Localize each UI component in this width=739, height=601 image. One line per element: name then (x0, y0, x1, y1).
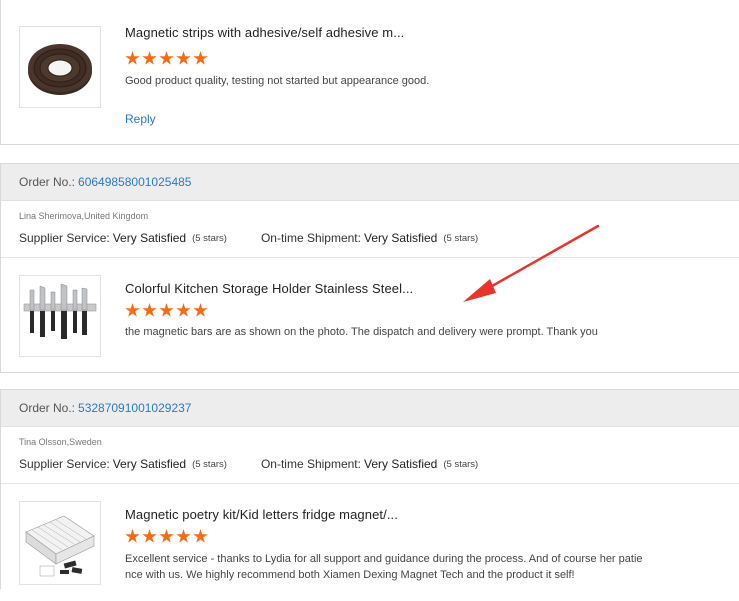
product-title[interactable]: Magnetic strips with adhesive/self adhes… (125, 25, 404, 40)
product-thumbnail-knife-bar[interactable] (19, 275, 101, 357)
star-icon (125, 303, 140, 317)
review-comment: Excellent service - thanks to Lydia for … (125, 551, 685, 583)
star-icon (159, 529, 174, 543)
review-comment: Good product quality, testing not starte… (125, 75, 430, 87)
star-icon (159, 51, 174, 65)
seller-ratings: Supplier Service: Very Satisfied (5 star… (1, 456, 739, 472)
star-icon (159, 303, 174, 317)
shipment-label: On-time Shipment: (260, 457, 361, 471)
product-thumbnail-tape-roll[interactable] (19, 26, 101, 108)
product-thumbnail-letter-tiles[interactable] (19, 501, 101, 585)
rating-stars (125, 303, 208, 318)
star-icon (176, 51, 191, 65)
order-no-label: Order No.: (19, 401, 76, 415)
shipment-stars: (5 stars) (443, 232, 479, 244)
review-comment-line-2: nce with us. We highly recommend both Xi… (125, 569, 575, 581)
order-number-link[interactable]: 60649858001025485 (78, 175, 191, 189)
magnetic-letter-tiles-icon (25, 515, 95, 577)
order-number-link[interactable]: 53287091001029237 (78, 401, 191, 415)
star-icon (176, 529, 191, 543)
supplier-service-stars: (5 stars) (192, 458, 227, 470)
supplier-service-stars: (5 stars) (192, 232, 227, 244)
shipment-value: Very Satisfied (363, 231, 438, 245)
star-icon (193, 51, 208, 65)
star-icon (125, 529, 140, 543)
supplier-service-label: Supplier Service: (19, 457, 110, 471)
star-icon (193, 529, 208, 543)
review-card-1: Magnetic strips with adhesive/self adhes… (0, 0, 739, 145)
star-icon (142, 51, 157, 65)
rating-stars (125, 51, 208, 66)
star-icon (142, 529, 157, 543)
review-card-3: Order No.: 53287091001029237 Tina Olsson… (0, 389, 739, 589)
supplier-service-label: Supplier Service: (19, 231, 110, 245)
order-no-label: Order No.: (19, 175, 76, 189)
supplier-service-value: Very Satisfied (112, 231, 187, 245)
buyer-info: Lina Sherimova,United Kingdom (19, 211, 149, 221)
star-icon (176, 303, 191, 317)
review-comment: the magnetic bars are as shown on the ph… (125, 326, 598, 338)
review-card-2: Order No.: 60649858001025485 Lina Sherim… (0, 163, 739, 373)
supplier-service-value: Very Satisfied (112, 457, 187, 471)
knife-magnetic-bar-icon (23, 283, 97, 339)
reply-link[interactable]: Reply (125, 112, 156, 126)
shipment-value: Very Satisfied (363, 457, 438, 471)
product-title[interactable]: Colorful Kitchen Storage Holder Stainles… (125, 281, 413, 296)
star-icon (125, 51, 140, 65)
buyer-info: Tina Olsson,Sweden (19, 437, 102, 447)
seller-ratings: Supplier Service: Very Satisfied (5 star… (1, 230, 739, 246)
order-header: Order No.: 60649858001025485 (1, 164, 739, 201)
product-title[interactable]: Magnetic poetry kit/Kid letters fridge m… (125, 507, 398, 522)
star-icon (142, 303, 157, 317)
review-comment-line-1: Excellent service - thanks to Lydia for … (125, 553, 643, 565)
rating-stars (125, 529, 208, 544)
shipment-label: On-time Shipment: (260, 231, 361, 245)
shipment-stars: (5 stars) (443, 458, 479, 470)
star-icon (193, 303, 208, 317)
magnetic-tape-roll-icon (28, 44, 92, 95)
order-header: Order No.: 53287091001029237 (1, 390, 739, 427)
